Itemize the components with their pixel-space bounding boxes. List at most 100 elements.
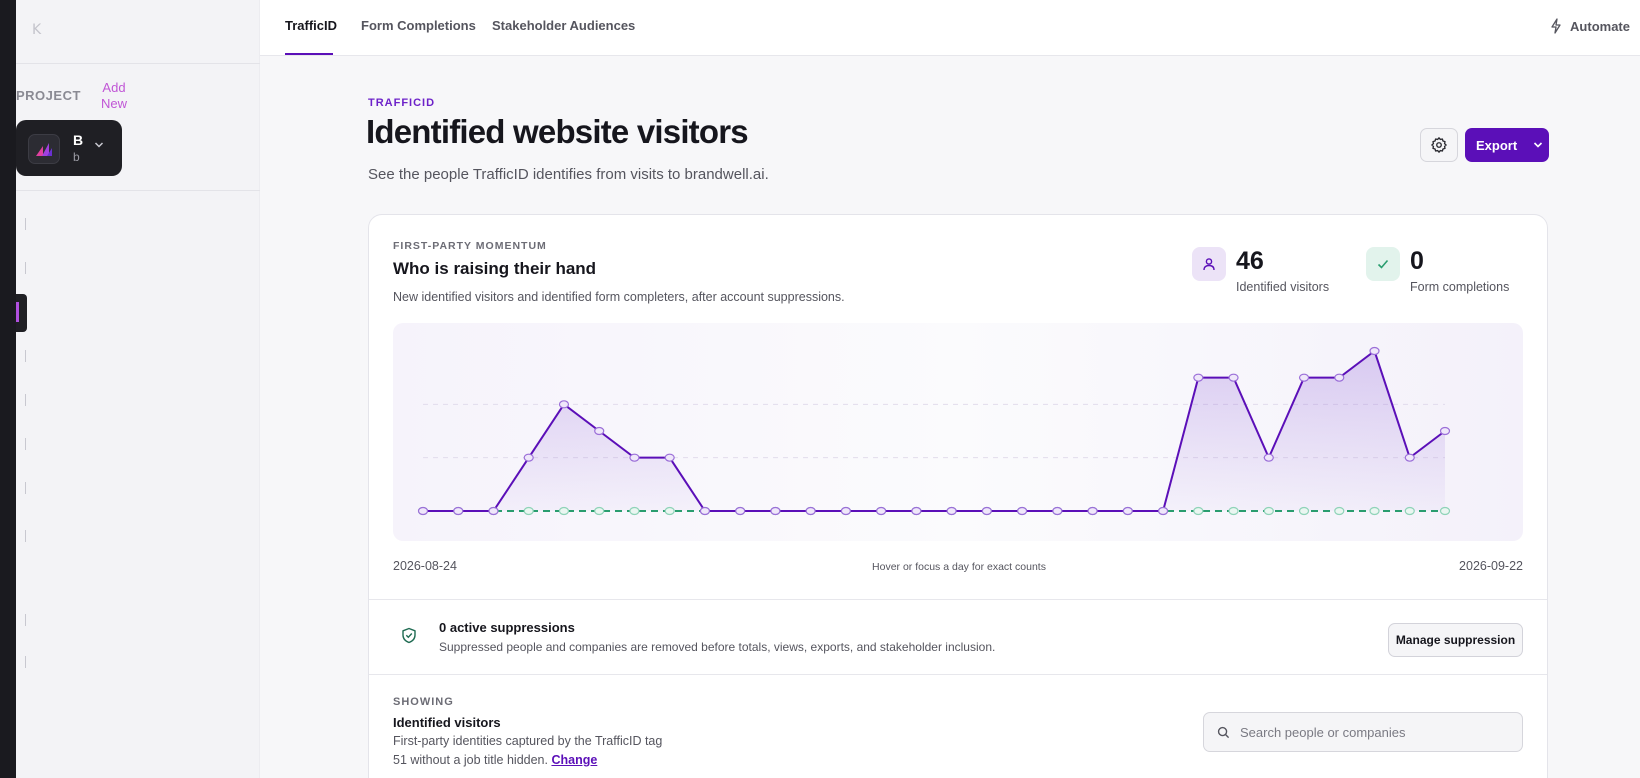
visitors-point — [417, 506, 429, 516]
project-switcher[interactable]: B b — [16, 120, 122, 176]
visitors-point — [805, 506, 816, 516]
visitors-point — [770, 506, 781, 516]
visitors-point — [840, 506, 851, 516]
visitors-point — [1193, 373, 1204, 382]
add-project-link[interactable]: Add New — [94, 80, 134, 112]
visitors-point — [594, 426, 605, 436]
nav-item-clipped[interactable] — [25, 262, 29, 274]
visitors-point — [946, 506, 957, 516]
form-completions-point — [558, 506, 570, 516]
visitors-point — [1228, 373, 1239, 382]
suppressions-title: 0 active suppressions — [439, 620, 575, 635]
lightning-icon — [1551, 18, 1561, 34]
showing-label: SHOWING — [393, 696, 454, 708]
search-icon — [1217, 726, 1230, 738]
visitors-point — [629, 453, 640, 462]
visitors-point — [1122, 506, 1133, 516]
nav-item-clipped[interactable] — [25, 438, 29, 450]
visitors-point — [558, 400, 570, 409]
showing-description: First-party identities captured by the T… — [393, 734, 663, 748]
form-completions-point — [1193, 506, 1204, 516]
change-filter-link[interactable]: Change — [551, 753, 597, 767]
axis-start-date: 2026-08-24 — [393, 559, 457, 573]
project-logo-icon — [28, 134, 60, 164]
visitors-point — [1334, 373, 1345, 382]
form-completions-point — [629, 506, 640, 516]
form-completions-point — [1334, 506, 1345, 516]
active-tab-indicator — [285, 53, 333, 55]
top-nav: TrafficID Form Completions Stakeholder A… — [260, 0, 1640, 56]
tab-form-completions[interactable]: Form Completions — [361, 18, 476, 33]
hidden-count-note: 51 without a job title hidden. Change — [393, 753, 597, 767]
form-completions-point — [664, 506, 675, 516]
nav-item-clipped[interactable] — [25, 656, 29, 668]
visitors-point — [523, 453, 534, 462]
visitors-point — [1439, 426, 1451, 436]
sidebar-divider — [16, 190, 260, 191]
page-subtitle: See the people TrafficID identifies from… — [368, 166, 769, 183]
visitors-point — [1369, 346, 1380, 356]
automate-label: Automate — [1570, 18, 1630, 34]
visitors-point — [453, 506, 464, 516]
nav-item-clipped[interactable] — [25, 394, 29, 406]
visitors-point — [1157, 506, 1169, 516]
identified-visitors-count: 46 — [1236, 247, 1264, 275]
form-completions-point — [523, 506, 534, 516]
export-label: Export — [1476, 137, 1518, 153]
form-completions-count: 0 — [1410, 247, 1424, 275]
nav-item-clipped[interactable] — [25, 614, 29, 626]
collapse-sidebar-icon[interactable]: K — [32, 22, 41, 38]
axis-end-date: 2026-09-22 — [1459, 559, 1523, 573]
visitors-point — [981, 506, 992, 516]
project-subtitle: b — [73, 150, 80, 164]
visitors-point — [1017, 506, 1028, 516]
visitors-point — [488, 506, 499, 516]
form-completions-point — [1298, 506, 1310, 516]
user-icon — [1192, 247, 1226, 281]
chevron-down-icon — [94, 140, 104, 152]
momentum-chart[interactable] — [393, 323, 1523, 541]
momentum-description: New identified visitors and identified f… — [393, 290, 845, 304]
visitors-point — [911, 506, 922, 516]
section-divider — [369, 599, 1547, 600]
form-completions-point — [1439, 506, 1451, 516]
gear-icon — [1431, 137, 1447, 153]
page-title: Identified website visitors — [366, 113, 749, 150]
visitors-point — [1263, 453, 1274, 462]
form-completions-label: Form completions — [1410, 280, 1510, 294]
nav-item-clipped[interactable] — [25, 530, 29, 542]
nav-item-clipped[interactable] — [25, 218, 29, 230]
visitors-point — [1298, 373, 1310, 382]
settings-button[interactable] — [1420, 128, 1458, 162]
nav-item-clipped[interactable] — [25, 350, 29, 362]
tab-stakeholder-audiences[interactable]: Stakeholder Audiences — [492, 18, 635, 33]
sidebar-divider — [16, 63, 260, 64]
visitors-point — [664, 453, 675, 462]
showing-title: Identified visitors — [393, 715, 501, 730]
identified-visitors-label: Identified visitors — [1236, 280, 1330, 294]
visitors-point — [1404, 453, 1415, 462]
form-completions-point — [1263, 506, 1274, 516]
shield-check-icon — [401, 627, 417, 649]
form-completions-point — [1404, 506, 1415, 516]
section-divider — [369, 674, 1547, 675]
nav-item-clipped[interactable] — [25, 482, 29, 494]
project-name: B — [73, 132, 84, 148]
manage-suppression-button[interactable]: Manage suppression — [1388, 623, 1523, 657]
export-button[interactable]: Export — [1465, 128, 1549, 162]
form-completions-point — [594, 506, 605, 516]
nav-item-active[interactable] — [16, 294, 27, 332]
momentum-eyebrow: FIRST-PARTY MOMENTUM — [393, 240, 547, 252]
visitors-area — [423, 351, 1445, 511]
page-eyebrow: TRAFFICID — [368, 97, 436, 109]
tab-trafficid[interactable]: TrafficID — [285, 18, 337, 33]
search-input[interactable] — [1240, 724, 1500, 740]
automate-button[interactable]: Automate — [1550, 18, 1630, 34]
chevron-down-icon — [1534, 142, 1543, 148]
visitors-point — [735, 506, 746, 516]
search-field[interactable] — [1203, 712, 1523, 752]
app-rail — [0, 0, 16, 778]
chart-hint: Hover or focus a day for exact counts — [872, 561, 1046, 573]
momentum-card: FIRST-PARTY MOMENTUM Who is raising thei… — [368, 214, 1548, 778]
check-icon — [1366, 247, 1400, 281]
